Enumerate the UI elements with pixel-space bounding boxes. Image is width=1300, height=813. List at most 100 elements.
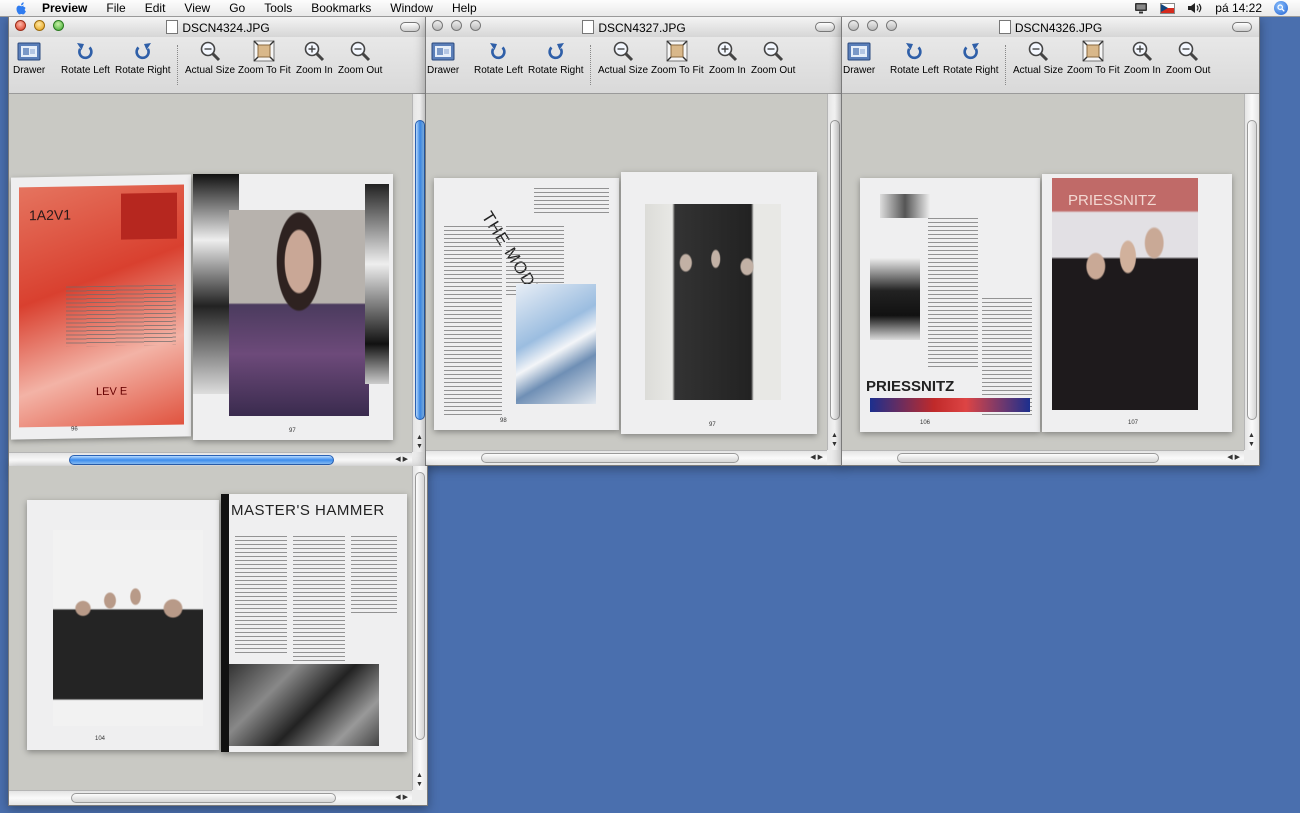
rotate-right-button[interactable]: Rotate Right	[528, 39, 584, 76]
window-titlebar[interactable]: DSCN4324.JPG	[9, 17, 427, 37]
zoom-out-button[interactable]: Zoom Out	[1166, 39, 1210, 76]
horizontal-scroll-thumb[interactable]	[69, 455, 334, 465]
volume-icon[interactable]	[1187, 2, 1203, 14]
zoom-in-button[interactable]: Zoom In	[709, 39, 746, 76]
pool-photo	[516, 284, 596, 404]
menu-file[interactable]: File	[106, 1, 125, 15]
drawer-button[interactable]: Drawer	[427, 39, 459, 76]
vertical-scrollbar[interactable]: ▲ ▼	[827, 94, 842, 451]
intro-text	[534, 188, 609, 213]
document-icon	[166, 20, 179, 34]
zoom-to-fit-button[interactable]: Zoom To Fit	[1067, 39, 1120, 76]
band-subheading-priessnitz: PRIESSNITZ	[1068, 192, 1157, 209]
rotate-left-button[interactable]: Rotate Left	[61, 39, 110, 76]
menu-edit[interactable]: Edit	[145, 1, 166, 15]
menu-bookmarks[interactable]: Bookmarks	[311, 1, 371, 15]
menu-view[interactable]: View	[184, 1, 210, 15]
scroll-arrows-vertical[interactable]: ▲ ▼	[416, 433, 423, 451]
actual-size-button[interactable]: Actual Size	[185, 39, 235, 76]
actual-size-button[interactable]: Actual Size	[598, 39, 648, 76]
zoom-in-button[interactable]: Zoom In	[296, 39, 333, 76]
actual-size-button[interactable]: Actual Size	[1013, 39, 1063, 76]
engraving-artwork	[229, 664, 379, 746]
right-page: MASTER'S HAMMER	[221, 494, 407, 752]
scroll-arrows-horizontal[interactable]: ◀▶	[1227, 453, 1242, 461]
zoom-in-icon	[717, 41, 738, 62]
apple-menu-icon[interactable]	[14, 1, 28, 15]
rotate-left-button[interactable]: Rotate Left	[890, 39, 939, 76]
window-toolbar: Drawer Rotate Left Rotate Right Actual S…	[426, 37, 842, 94]
vertical-scrollbar[interactable]: ▲ ▼	[412, 466, 427, 791]
rotate-right-button[interactable]: Rotate Right	[943, 39, 999, 76]
article-text-col3	[351, 536, 397, 616]
toolbar-toggle-button[interactable]	[1232, 22, 1252, 32]
toolbar-toggle-button[interactable]	[400, 22, 420, 32]
vertical-scroll-thumb[interactable]	[415, 120, 425, 420]
menu-window[interactable]: Window	[390, 1, 433, 15]
window-title: DSCN4327.JPG	[598, 21, 686, 35]
window-titlebar[interactable]: DSCN4326.JPG	[842, 17, 1259, 37]
menu-clock[interactable]: pá 14:22	[1215, 1, 1262, 15]
scroll-arrows-vertical[interactable]: ▲ ▼	[831, 431, 838, 449]
window-title: DSCN4326.JPG	[1014, 21, 1103, 35]
toolbar-toggle-button[interactable]	[815, 22, 835, 32]
left-page: 104	[27, 500, 219, 750]
horizontal-scrollbar[interactable]: ◀▶	[9, 452, 412, 467]
preview-window-dscn4326[interactable]: DSCN4326.JPG Drawer Rotate Left Rotate R…	[841, 16, 1260, 466]
display-icon[interactable]	[1134, 2, 1148, 14]
rotate-left-button[interactable]: Rotate Left	[474, 39, 523, 76]
horizontal-scrollbar[interactable]: ◀▶	[842, 450, 1244, 465]
drawer-button[interactable]: Drawer	[843, 39, 875, 76]
page-number: 104	[95, 736, 106, 742]
preview-window-dscn4324[interactable]: DSCN4324.JPG Drawer Rotate Left Rotate R…	[8, 16, 428, 468]
vertical-scroll-thumb[interactable]	[415, 472, 425, 740]
resize-grip[interactable]	[1244, 450, 1259, 465]
zoom-out-button[interactable]: Zoom Out	[338, 39, 382, 76]
vertical-scroll-thumb[interactable]	[830, 120, 840, 420]
magazine-spread-1a2v1: 1A2V1 LEV E 96 97	[9, 174, 399, 444]
band-photo-the-models	[645, 204, 781, 400]
rotate-right-button[interactable]: Rotate Right	[115, 39, 171, 76]
rotate-left-icon	[489, 41, 507, 60]
page-number: 96	[71, 426, 78, 433]
scroll-arrows-vertical[interactable]: ▲ ▼	[1248, 431, 1255, 449]
scroll-arrows-horizontal[interactable]: ◀▶	[395, 455, 410, 463]
horizontal-scrollbar[interactable]: ◀▶	[426, 450, 827, 465]
horizontal-scroll-thumb[interactable]	[481, 453, 739, 463]
menu-go[interactable]: Go	[229, 1, 245, 15]
horizontal-scroll-thumb[interactable]	[71, 793, 336, 803]
scroll-arrows-vertical[interactable]: ▲ ▼	[416, 771, 423, 789]
zoom-out-button[interactable]: Zoom Out	[751, 39, 795, 76]
window-titlebar[interactable]: DSCN4327.JPG	[426, 17, 842, 37]
magazine-spread-masters-hammer: 104 MASTER'S HAMMER	[27, 494, 411, 756]
preview-window-dscn4327[interactable]: DSCN4327.JPG Drawer Rotate Left Rotate R…	[425, 16, 843, 466]
document-icon	[998, 20, 1011, 34]
image-view[interactable]: PRIESSNITZ 106 PRIESSNITZ 107	[842, 94, 1244, 451]
image-view[interactable]: 104 MASTER'S HAMMER	[9, 466, 412, 791]
resize-grip[interactable]	[412, 790, 427, 805]
vertical-scroll-thumb[interactable]	[1247, 120, 1257, 420]
spotlight-icon[interactable]	[1274, 1, 1288, 15]
horizontal-scrollbar[interactable]: ◀▶	[9, 790, 412, 805]
menu-help[interactable]: Help	[452, 1, 477, 15]
zoom-to-fit-button[interactable]: Zoom To Fit	[651, 39, 704, 76]
menu-tools[interactable]: Tools	[264, 1, 292, 15]
zoom-to-fit-button[interactable]: Zoom To Fit	[238, 39, 291, 76]
right-page: 97	[621, 172, 817, 434]
magazine-spread-the-models: THE MODELS 98 97	[434, 172, 824, 437]
window-toolbar: Drawer Rotate Left Rotate Right Actual S…	[842, 37, 1259, 94]
czech-flag-icon[interactable]	[1160, 2, 1176, 14]
rotate-right-icon	[963, 41, 981, 60]
bw-tall-photo	[870, 258, 920, 340]
image-view[interactable]: 1A2V1 LEV E 96 97	[9, 94, 412, 453]
drawer-button[interactable]: Drawer	[13, 39, 45, 76]
menu-app-preview[interactable]: Preview	[42, 1, 87, 15]
scroll-arrows-horizontal[interactable]: ◀▶	[810, 453, 825, 461]
resize-grip[interactable]	[827, 450, 842, 465]
zoom-in-button[interactable]: Zoom In	[1124, 39, 1161, 76]
horizontal-scroll-thumb[interactable]	[897, 453, 1159, 463]
vertical-scrollbar[interactable]: ▲ ▼	[1244, 94, 1259, 451]
scroll-arrows-horizontal[interactable]: ◀▶	[395, 793, 410, 801]
preview-window-masters-hammer[interactable]: 104 MASTER'S HAMMER ▲ ▼ ◀▶	[8, 466, 428, 806]
image-view[interactable]: THE MODELS 98 97	[426, 94, 827, 451]
